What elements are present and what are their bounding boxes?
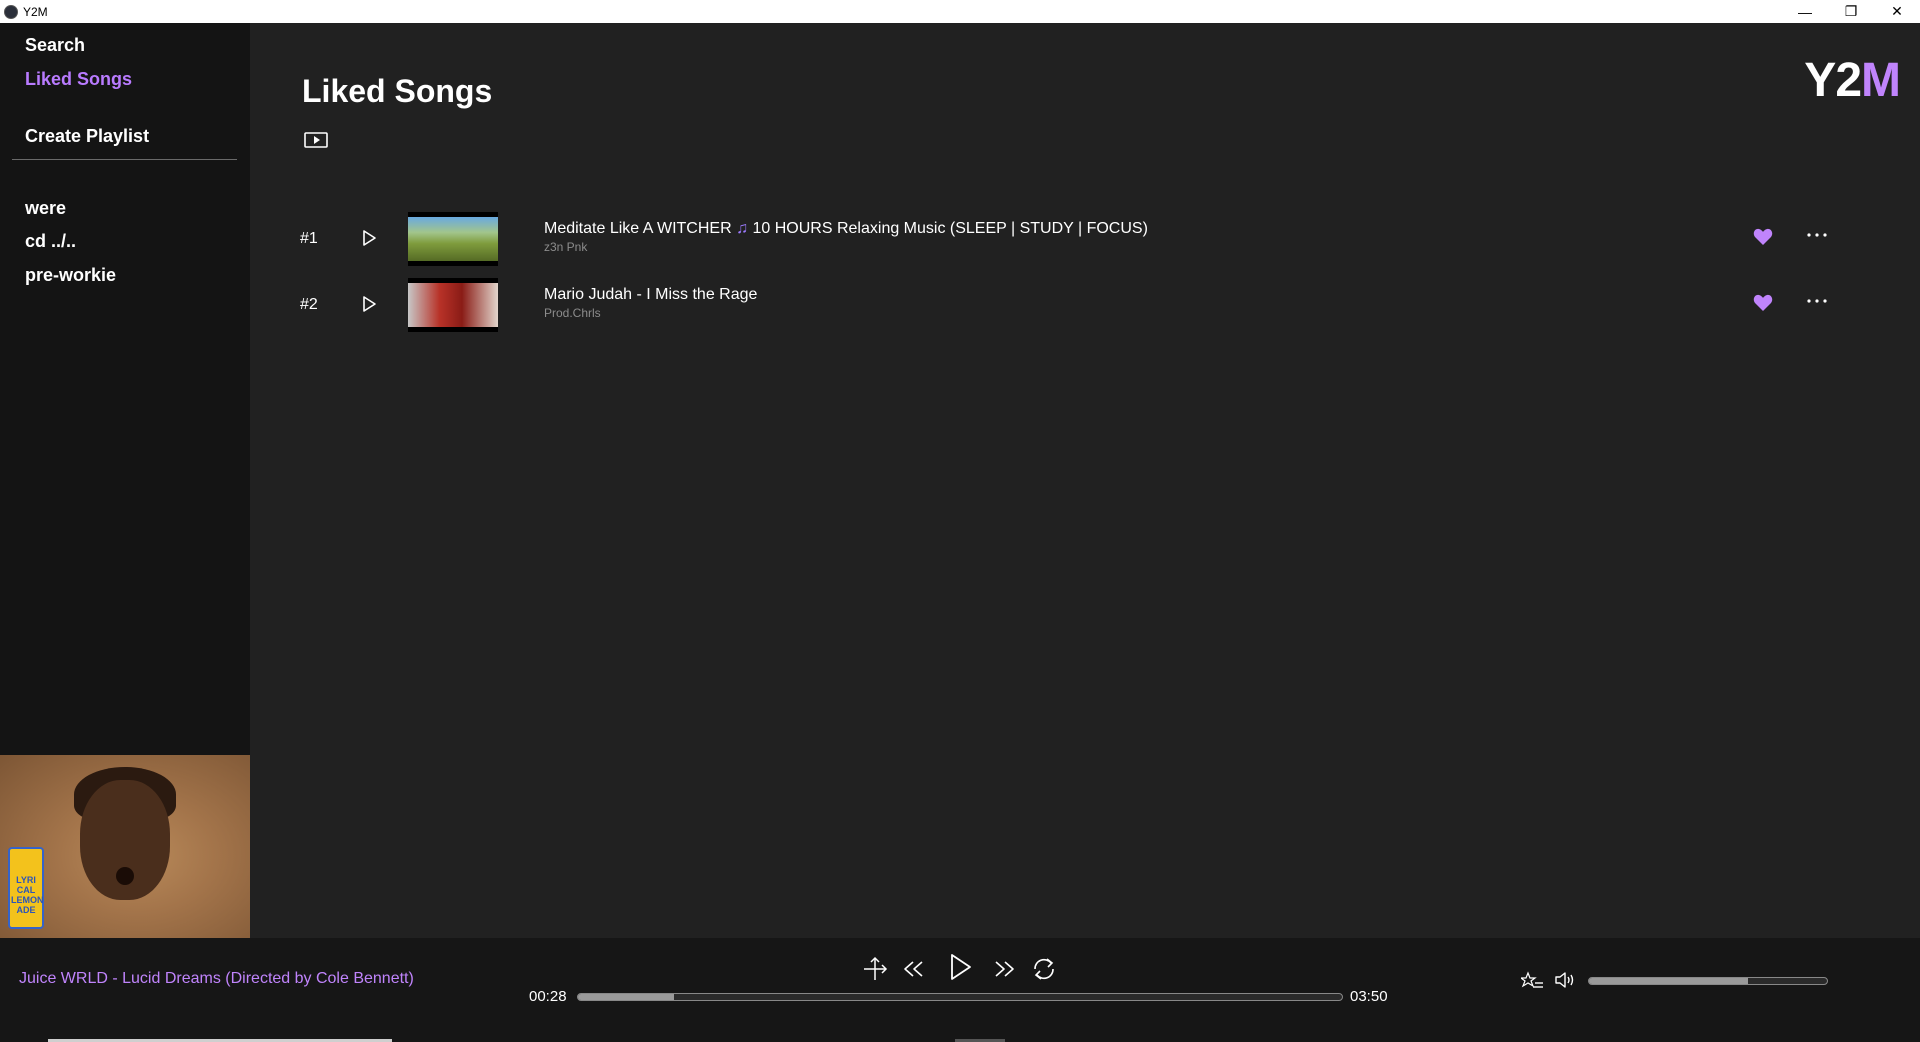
logo-accent: M — [1861, 54, 1901, 107]
close-button[interactable]: ✕ — [1874, 0, 1920, 23]
progress-bar[interactable] — [577, 993, 1343, 1001]
page-title: Liked Songs — [302, 73, 493, 109]
window-controls: — ❐ ✕ — [1782, 0, 1920, 23]
logo-main: Y2 — [1804, 54, 1862, 107]
create-playlist-button[interactable]: Create Playlist — [25, 126, 149, 147]
volume-slider[interactable] — [1588, 977, 1828, 985]
artwork-carton-text: LYRI CAL LEMON ADE — [11, 875, 44, 915]
total-duration: 03:50 — [1350, 988, 1388, 1005]
queue-icon[interactable] — [1519, 971, 1543, 996]
music-note-icon: ♫ — [736, 220, 749, 237]
track-thumbnail — [408, 278, 498, 332]
heart-icon[interactable] — [1753, 294, 1773, 312]
track-artist: z3n Pnk — [544, 240, 588, 254]
play-icon[interactable] — [360, 229, 378, 247]
track-title[interactable]: Meditate Like A WITCHER ♫ 10 HOURS Relax… — [544, 220, 1148, 238]
shuffle-icon[interactable] — [862, 956, 888, 987]
volume-fill — [1589, 978, 1749, 984]
progress-fill — [578, 994, 675, 1000]
more-icon[interactable] — [1806, 227, 1828, 243]
sidebar-divider — [12, 159, 237, 160]
track-title[interactable]: Mario Judah - I Miss the Rage — [544, 286, 757, 304]
track-index: #2 — [300, 296, 318, 313]
playlist-item[interactable]: pre-workie — [25, 265, 116, 286]
track-title-text: Mario Judah - I Miss the Rage — [544, 286, 758, 303]
repeat-icon[interactable] — [1030, 955, 1058, 988]
view-mode-icon[interactable] — [304, 131, 328, 149]
track-title-text: 10 HOURS Relaxing Music (SLEEP | STUDY |… — [748, 220, 1148, 237]
playlist-item[interactable]: cd ../.. — [25, 231, 76, 252]
more-icon[interactable] — [1806, 293, 1828, 309]
nav-liked-songs[interactable]: Liked Songs — [25, 69, 132, 90]
main-content: Liked Songs Y2M #1 Meditate Like A WITCH… — [250, 23, 1920, 755]
play-pause-button[interactable] — [947, 952, 973, 987]
track-row[interactable]: #2 Mario Judah - I Miss the Rage Prod.Ch… — [250, 276, 1920, 334]
track-row[interactable]: #1 Meditate Like A WITCHER ♫ 10 HOURS Re… — [250, 210, 1920, 268]
restore-button[interactable]: ❐ — [1828, 0, 1874, 23]
now-playing-title[interactable]: Juice WRLD - Lucid Dreams (Directed by C… — [19, 970, 414, 988]
track-index: #1 — [300, 230, 318, 247]
now-playing-artwork: LYRI CAL LEMON ADE — [0, 755, 250, 938]
player-bar: Juice WRLD - Lucid Dreams (Directed by C… — [0, 938, 1920, 1042]
app-logo: Y2M — [1804, 53, 1901, 108]
track-artist: Prod.Chrls — [544, 306, 601, 320]
window-titlebar: Y2M — ❐ ✕ — [0, 0, 1920, 23]
nav-search[interactable]: Search — [25, 35, 85, 56]
heart-icon[interactable] — [1753, 228, 1773, 246]
elapsed-time: 00:28 — [529, 988, 567, 1005]
volume-icon[interactable] — [1554, 970, 1576, 995]
track-title-text: Meditate Like A WITCHER — [544, 220, 737, 237]
forward-icon[interactable] — [992, 959, 1016, 984]
playlist-item[interactable]: were — [25, 198, 66, 219]
window-title: Y2M — [23, 4, 48, 19]
rewind-icon[interactable] — [902, 959, 926, 984]
minimize-button[interactable]: — — [1782, 0, 1828, 23]
sidebar: Search Liked Songs Create Playlist were … — [0, 23, 250, 755]
artwork-mouth — [116, 867, 134, 885]
app-icon — [4, 4, 18, 19]
track-thumbnail — [408, 212, 498, 266]
play-icon[interactable] — [360, 295, 378, 313]
